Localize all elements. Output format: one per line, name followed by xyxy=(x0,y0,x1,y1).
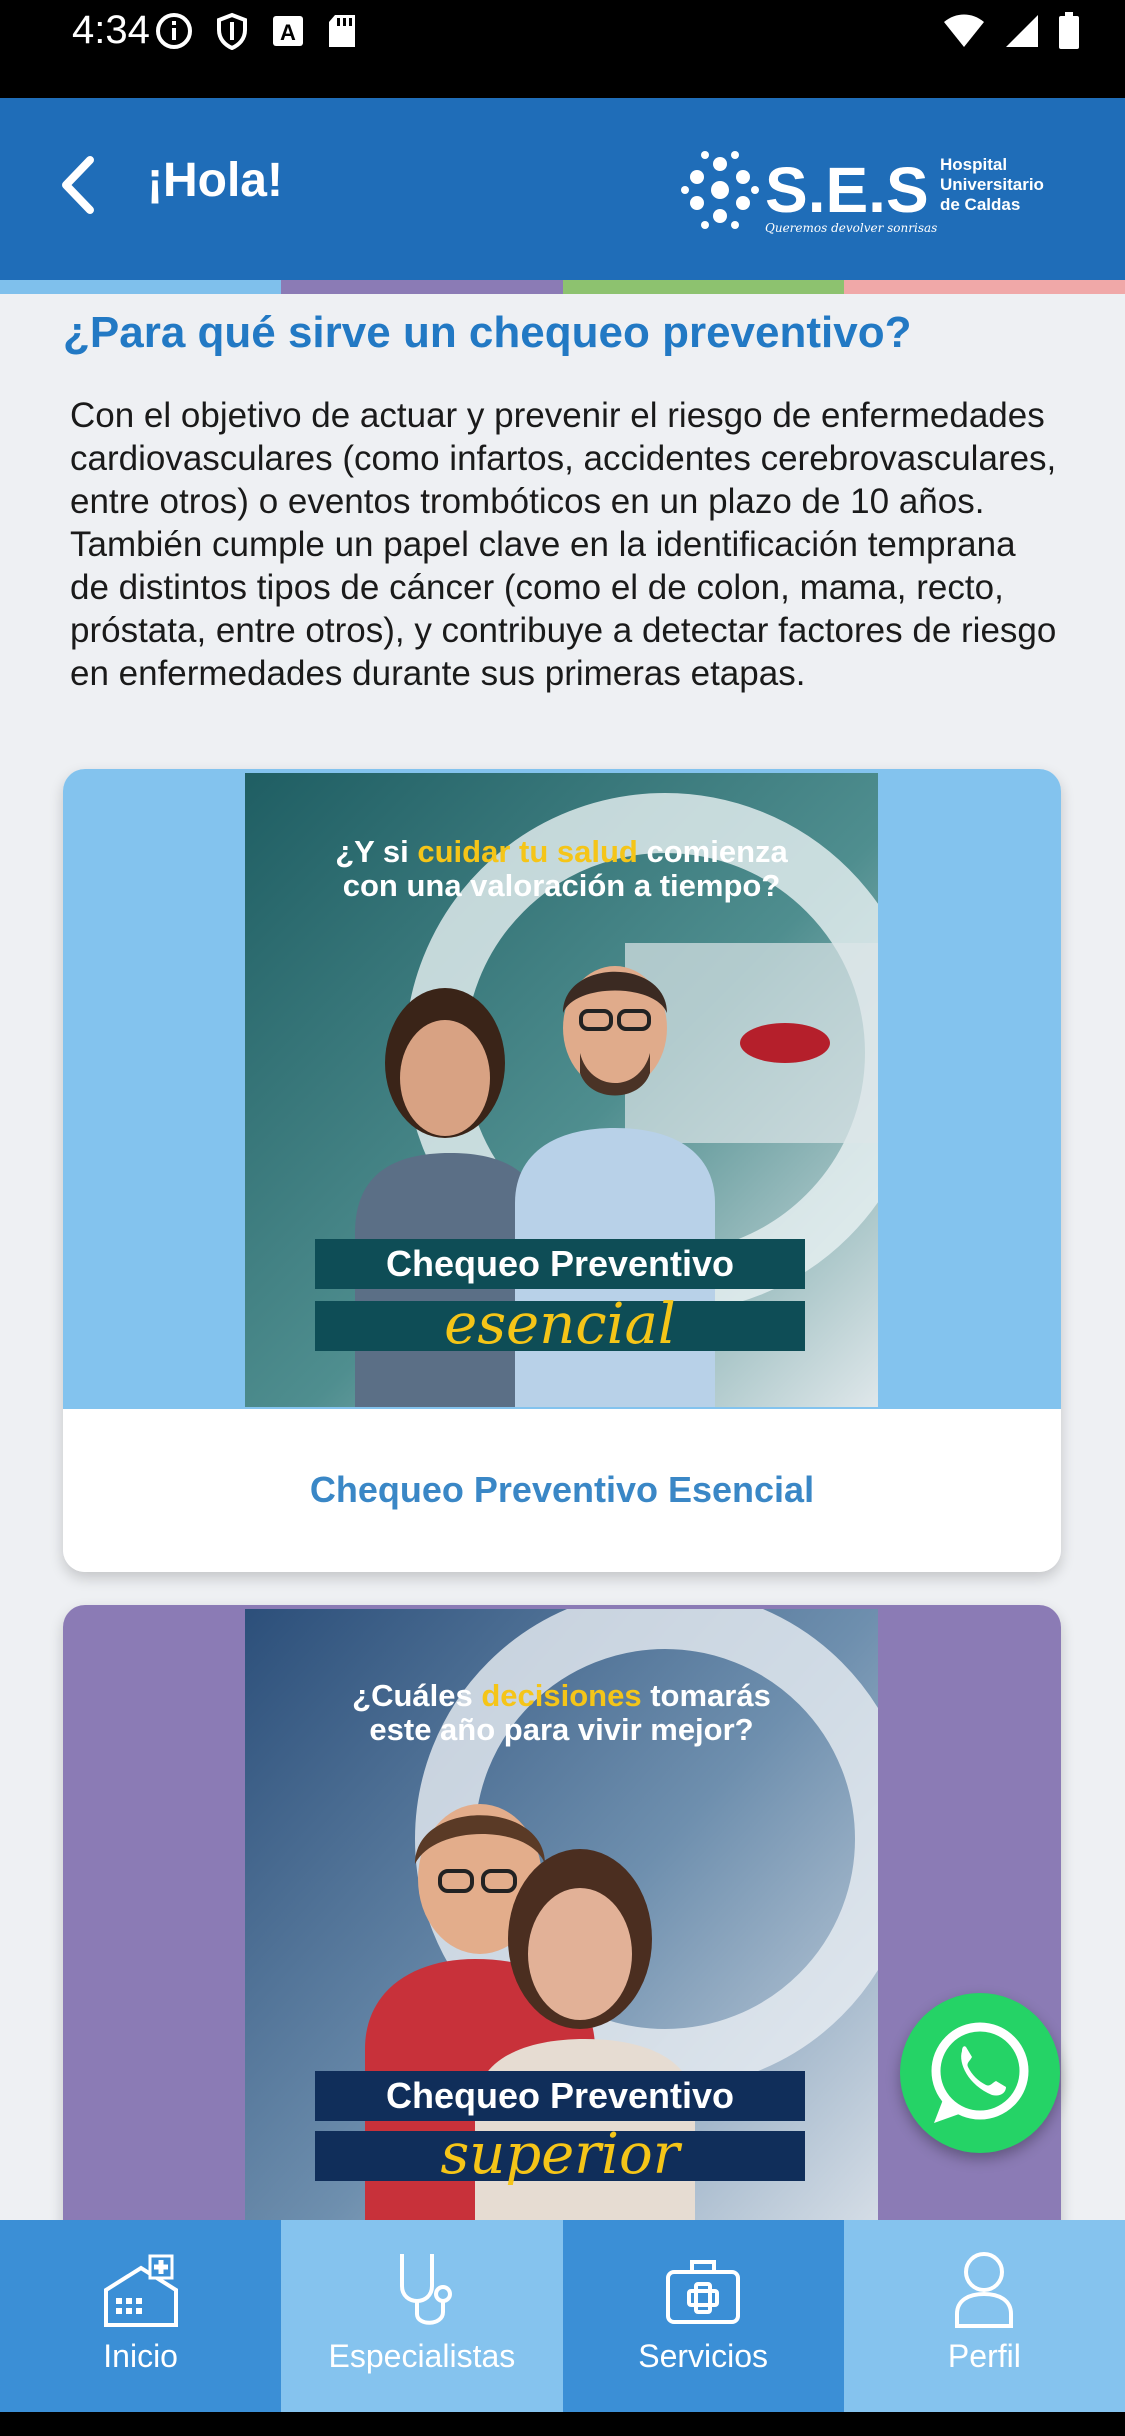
nav-item-servicios[interactable]: Servicios xyxy=(562,2220,844,2412)
chevron-left-icon xyxy=(62,156,94,214)
medical-kit-icon xyxy=(666,2260,741,2324)
page-title: ¡Hola! xyxy=(147,154,283,207)
card-label[interactable]: Chequeo Preventivo Esencial xyxy=(63,1469,1061,1511)
nav-label-servicios: Servicios xyxy=(638,2338,769,2374)
whatsapp-icon xyxy=(931,2022,1029,2123)
promo-image: ¿Y si cuidar tu salud comienza con una v… xyxy=(245,773,878,1407)
promo-question: ¿Y si cuidar tu salud comienza con una v… xyxy=(245,835,878,903)
logo-tagline: Queremos devolver sonrisas xyxy=(765,221,937,235)
promo-q-line2: con una valoración a tiempo? xyxy=(342,868,781,903)
stethoscope-icon xyxy=(399,2254,452,2325)
hospital-icon xyxy=(103,2254,178,2327)
status-icons-left: A xyxy=(155,12,357,50)
promo-image: ¿Cuáles decisiones tomarás este año para… xyxy=(245,1609,878,2220)
promo-badge-title: Chequeo Preventivo xyxy=(315,1239,805,1289)
ses-logo: S.E.S Hospital Universitario de Caldas Q… xyxy=(681,151,1044,235)
logo-line2: Universitario xyxy=(940,175,1044,194)
shield-icon xyxy=(217,12,247,50)
strip-segment xyxy=(281,280,563,294)
strip-segment xyxy=(562,280,844,294)
user-icon xyxy=(955,2252,1014,2328)
content-scroll[interactable]: ¿Para qué sirve un chequeo preventivo? C… xyxy=(0,294,1125,2220)
battery-icon xyxy=(1059,12,1079,49)
sd-card-icon xyxy=(329,15,355,47)
promo-q-highlight: decisiones xyxy=(481,1678,642,1713)
back-button[interactable] xyxy=(50,150,110,220)
card-chequeo-esencial[interactable]: ¿Y si cuidar tu salud comienza con una v… xyxy=(63,769,1061,1572)
wifi-icon xyxy=(944,14,984,47)
promo-question: ¿Cuáles decisiones tomarás este año para… xyxy=(245,1679,878,1747)
status-icons-right xyxy=(942,12,1080,50)
nav-label-perfil: Perfil xyxy=(947,2338,1021,2374)
color-strip xyxy=(0,280,1125,294)
bottom-nav: Inicio Especialistas Servicios Perfil xyxy=(0,2220,1125,2412)
whatsapp-button[interactable] xyxy=(900,1993,1060,2153)
signal-icon xyxy=(1006,15,1038,47)
nav-item-inicio[interactable]: Inicio xyxy=(0,2220,282,2412)
nav-item-perfil[interactable]: Perfil xyxy=(843,2220,1125,2412)
promo-q-start: ¿Y si xyxy=(335,834,418,869)
strip-segment xyxy=(843,280,1125,294)
nav-label-especialistas: Especialistas xyxy=(328,2338,516,2374)
promo-badge-script: esencial xyxy=(315,1297,805,1353)
promo-q-line2: este año para vivir mejor? xyxy=(369,1712,754,1747)
status-time: 4:34 xyxy=(72,8,150,52)
logo-line3: de Caldas xyxy=(940,195,1020,214)
promo-q-start: ¿Cuáles xyxy=(352,1678,482,1713)
promo-q-end: comienza xyxy=(637,834,788,869)
body-text: Con el objetivo de actuar y prevenir el … xyxy=(70,396,1057,693)
card-media: ¿Y si cuidar tu salud comienza con una v… xyxy=(63,769,1061,1409)
logo-line1: Hospital xyxy=(940,155,1007,174)
promo-badge-script: superior xyxy=(315,2127,805,2183)
promo-q-end: tomarás xyxy=(641,1678,771,1713)
info-icon xyxy=(156,13,192,49)
section-title: ¿Para qué sirve un chequeo preventivo? xyxy=(63,308,912,357)
promo-badge-title: Chequeo Preventivo xyxy=(315,2071,805,2121)
app-header: ¡Hola! S.E.S Hospital Universitario de C… xyxy=(0,98,1125,280)
logo-brand: S.E.S xyxy=(765,154,929,226)
promo-q-highlight: cuidar tu salud xyxy=(417,834,638,869)
svg-text:A: A xyxy=(280,20,296,45)
card-footer: Chequeo Preventivo Esencial xyxy=(63,1409,1061,1572)
nav-label-inicio: Inicio xyxy=(103,2338,178,2374)
strip-segment xyxy=(0,280,282,294)
nav-item-especialistas[interactable]: Especialistas xyxy=(281,2220,563,2412)
status-bar: 4:34 A xyxy=(0,0,1125,98)
gesture-bar xyxy=(0,2412,1125,2436)
a-icon: A xyxy=(273,16,303,46)
